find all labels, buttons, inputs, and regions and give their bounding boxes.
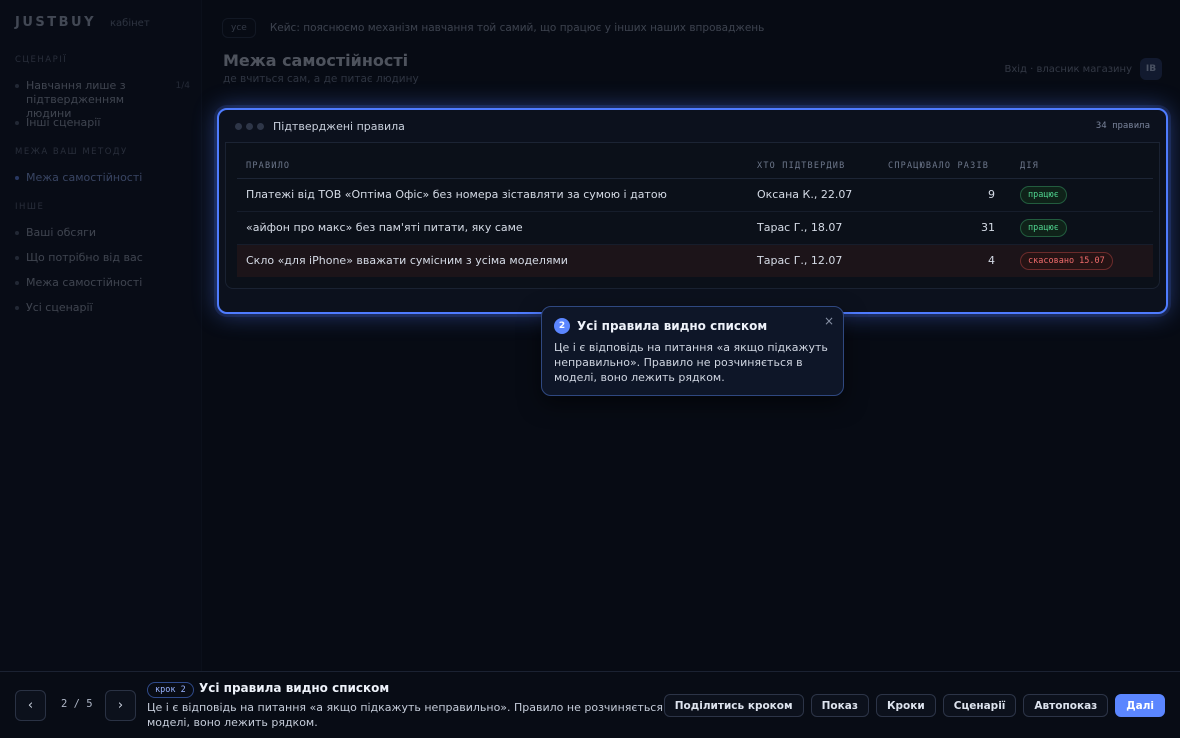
sidebar-item-label: Навчання лише з підтвердженням людини — [26, 79, 126, 120]
sidebar-item-label: Що потрібно від вас — [26, 251, 143, 264]
tooltip-header: 2 Усі правила видно списком — [554, 318, 831, 334]
brand: JUSTBUY кабінет — [15, 15, 150, 30]
rule-text: «айфон про макс» без пам'яті питати, яку… — [237, 211, 748, 245]
rules-table-wrap: ПРАВИЛО ХТО ПІДТВЕРДИВ СПРАЦЮВАЛО РАЗІВ … — [225, 143, 1160, 289]
tooltip-body: Це і є відповідь на питання «а якщо підк… — [554, 341, 828, 384]
table-row[interactable]: «айфон про макс» без пам'яті питати, яку… — [237, 211, 1153, 245]
times-fired: 9 — [879, 178, 1011, 212]
topbar-pill[interactable]: усе — [222, 18, 256, 38]
scenarios-button[interactable]: Сценарії — [942, 694, 1017, 717]
chevron-right-icon: › — [117, 698, 124, 713]
page-title: Межа самостійності — [223, 51, 409, 70]
table-row[interactable]: Скло «для iPhone» вважати сумісним з усі… — [237, 244, 1153, 277]
status-badge[interactable]: працює — [1020, 185, 1067, 204]
sidebar-item[interactable]: Навчання лише з підтвердженням людини 1/… — [15, 79, 190, 121]
breadcrumb: Кейс: пояснюємо механізм навчання той са… — [269, 22, 765, 34]
rule-text: Скло «для iPhone» вважати сумісним з усі… — [237, 244, 748, 277]
card-header: Підтверджені правила 34 правила — [225, 110, 1160, 143]
sidebar-item-label: Усі сценарії — [26, 301, 93, 314]
tooltip-title: Усі правила видно списком — [577, 319, 768, 333]
times-fired: 4 — [879, 244, 1011, 277]
rules-table: ПРАВИЛО ХТО ПІДТВЕРДИВ СПРАЦЮВАЛО РАЗІВ … — [237, 154, 1153, 277]
column-header: ДІЯ — [1011, 154, 1153, 179]
tour-title: Усі правила видно списком — [199, 681, 390, 695]
bullet-icon — [15, 121, 19, 125]
chevron-left-icon: ‹ — [27, 698, 34, 713]
close-icon[interactable]: × — [824, 314, 834, 328]
step-number: 2 — [554, 318, 570, 334]
card-title: Підтверджені правила — [273, 119, 405, 133]
tour-actions: Поділитись кроком Показ Кроки Сценарії А… — [663, 694, 1165, 717]
brand-logo: JUSTBUY — [15, 15, 97, 30]
prev-step-button[interactable]: ‹ — [15, 690, 46, 721]
column-header: ПРАВИЛО — [237, 154, 748, 179]
sidebar: JUSTBUY кабінет СЦЕНАРІЇ Навчання лише з… — [0, 0, 202, 672]
sidebar-item-label: Межа самостійності — [26, 276, 143, 289]
confirmed-by: Оксана К., 22.07 — [748, 178, 879, 212]
avatar[interactable]: ІВ — [1140, 58, 1162, 80]
brand-sub: кабінет — [110, 18, 150, 29]
confirmed-by: Тарас Г., 18.07 — [748, 211, 879, 245]
sidebar-section-head: МЕЖА ВАШ МЕТОДУ — [15, 147, 128, 157]
bullet-icon — [15, 84, 19, 88]
bullet-icon — [15, 256, 19, 260]
sidebar-item[interactable]: Усі сценарії — [15, 301, 190, 315]
window-dots-icon — [235, 122, 264, 130]
spotlight-frame: Підтверджені правила 34 правила ПРАВИЛО … — [217, 108, 1168, 314]
action-cell: скасовано 15.07 — [1011, 244, 1153, 277]
step-pager: 2 / 5 — [61, 698, 93, 710]
tour-description: Це і є відповідь на питання «а якщо підк… — [147, 701, 673, 729]
autoplay-button[interactable]: Автопоказ — [1023, 694, 1109, 717]
share-step-button[interactable]: Поділитись кроком — [663, 694, 804, 717]
header-user: Вхід · власник магазину ІВ — [1004, 58, 1162, 80]
bullet-icon — [15, 176, 19, 180]
bullet-icon — [15, 231, 19, 235]
table-header-row: ПРАВИЛО ХТО ПІДТВЕРДИВ СПРАЦЮВАЛО РАЗІВ … — [237, 154, 1153, 179]
sidebar-item[interactable]: Ваші обсяги — [15, 226, 190, 240]
tour-tooltip: 2 Усі правила видно списком × Це і є від… — [541, 306, 844, 396]
sidebar-section-head: СЦЕНАРІЇ — [15, 55, 68, 65]
column-header: ХТО ПІДТВЕРДИВ — [748, 154, 879, 179]
sidebar-section-head: ІНШЕ — [15, 202, 45, 212]
sidebar-item-label: Межа самостійності — [26, 171, 143, 184]
show-button[interactable]: Показ — [810, 694, 869, 717]
sidebar-item-label: Ваші обсяги — [26, 226, 97, 239]
sidebar-item-active[interactable]: Межа самостійності — [15, 171, 190, 185]
topbar: усе Кейс: пояснюємо механізм навчання то… — [222, 14, 1162, 42]
sidebar-item-count: 1/4 — [175, 81, 190, 91]
sidebar-item[interactable]: Що потрібно від вас — [15, 251, 190, 265]
steps-button[interactable]: Кроки — [875, 694, 936, 717]
next-step-button[interactable]: › — [105, 690, 136, 721]
status-badge[interactable]: працює — [1020, 218, 1067, 237]
tour-bar: ‹ 2 / 5 › крок 2 Усі правила видно списк… — [0, 671, 1180, 738]
confirmed-by: Тарас Г., 12.07 — [748, 244, 879, 277]
times-fired: 31 — [879, 211, 1011, 245]
action-cell: працює — [1011, 211, 1153, 245]
bullet-icon — [15, 306, 19, 310]
column-header: СПРАЦЮВАЛО РАЗІВ — [879, 154, 1011, 179]
header-user-text: Вхід · власник магазину — [1004, 63, 1133, 75]
sidebar-item[interactable]: Межа самостійності — [15, 276, 190, 290]
bullet-icon — [15, 281, 19, 285]
step-badge: крок 2 — [147, 682, 194, 698]
next-button[interactable]: Далі — [1115, 694, 1165, 717]
sidebar-item-label: Інші сценарії — [26, 116, 101, 129]
rules-card: Підтверджені правила 34 правила — [225, 110, 1160, 143]
rule-text: Платежі від ТОВ «Оптіма Офіс» без номера… — [237, 178, 748, 212]
rules-count: 34 правила — [1095, 121, 1150, 131]
action-cell: працює — [1011, 178, 1153, 212]
page-subtitle: де вчиться сам, а де питає людину — [223, 73, 419, 85]
status-badge[interactable]: скасовано 15.07 — [1020, 251, 1113, 270]
table-row[interactable]: Платежі від ТОВ «Оптіма Офіс» без номера… — [237, 178, 1153, 212]
sidebar-item[interactable]: Інші сценарії — [15, 116, 190, 130]
